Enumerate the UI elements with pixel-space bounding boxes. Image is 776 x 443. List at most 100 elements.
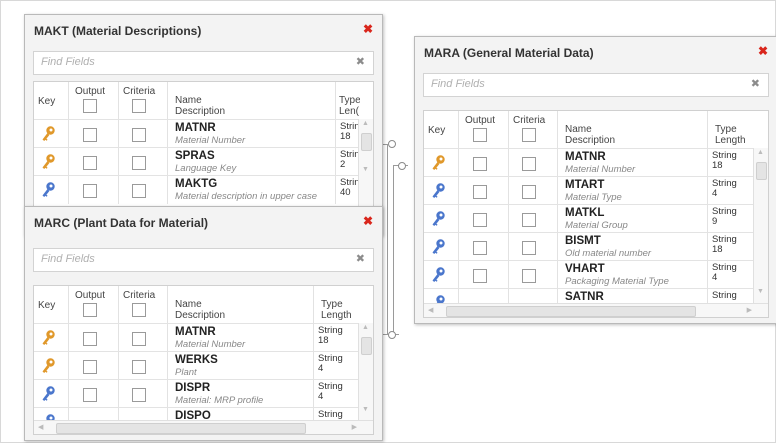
field-name: MATKL: [565, 207, 605, 219]
field-row[interactable]: WERKS Plant String 4: [34, 351, 360, 380]
scroll-down-icon[interactable]: ▼: [757, 288, 764, 295]
column-name: Name: [565, 124, 592, 135]
output-checkbox[interactable]: [83, 360, 97, 374]
field-row[interactable]: MAKTG Material description in upper case …: [34, 175, 360, 204]
scroll-up-icon[interactable]: ▲: [757, 149, 764, 156]
output-all-checkbox[interactable]: [83, 99, 97, 113]
criteria-all-checkbox[interactable]: [132, 303, 146, 317]
criteria-checkbox[interactable]: [522, 157, 536, 171]
panel-title: MARC (Plant Data for Material): [34, 216, 209, 230]
scroll-up-icon[interactable]: ▲: [362, 324, 369, 331]
scroll-thumb[interactable]: [446, 306, 696, 317]
scroll-down-icon[interactable]: ▼: [362, 406, 369, 413]
search-input[interactable]: [424, 74, 731, 94]
criteria-all-checkbox[interactable]: [132, 99, 146, 113]
horizontal-scrollbar[interactable]: ◀ ▶: [424, 303, 768, 317]
field-length: 18: [318, 335, 329, 346]
join-anchor-right: [398, 162, 406, 170]
panel-title: MAKT (Material Descriptions): [34, 24, 202, 38]
criteria-checkbox[interactable]: [132, 128, 146, 142]
field-description: Language Key: [175, 163, 237, 174]
close-icon[interactable]: ✖: [758, 45, 768, 57]
clear-search-icon[interactable]: ✖: [356, 252, 365, 265]
find-fields-search[interactable]: ✖: [33, 51, 374, 75]
table-panel-marc[interactable]: MARC (Plant Data for Material) ✖ ✖ Key O…: [24, 206, 383, 441]
scroll-left-icon[interactable]: ◀: [428, 306, 433, 314]
field-description: Material Number: [175, 339, 246, 350]
output-checkbox[interactable]: [473, 269, 487, 283]
table-panel-mara[interactable]: MARA (General Material Data) ✖ ✖ Key Out…: [414, 36, 776, 324]
field-row[interactable]: MATKL Material Group String 9: [424, 204, 754, 233]
scroll-right-icon[interactable]: ▶: [747, 306, 752, 314]
output-all-checkbox[interactable]: [473, 128, 487, 142]
field-length: 4: [318, 391, 324, 402]
criteria-checkbox[interactable]: [132, 184, 146, 198]
field-length: 40: [340, 187, 351, 198]
field-description: Material Number: [175, 135, 246, 146]
search-input[interactable]: [34, 52, 337, 72]
field-type: String: [318, 409, 343, 420]
field-row[interactable]: BISMT Old material number String 18: [424, 232, 754, 261]
criteria-checkbox[interactable]: [132, 332, 146, 346]
column-criteria: Criteria: [123, 290, 156, 301]
scroll-thumb[interactable]: [56, 423, 306, 434]
criteria-checkbox[interactable]: [132, 360, 146, 374]
field-row[interactable]: VHART Packaging Material Type String 4: [424, 260, 754, 289]
scroll-thumb[interactable]: [361, 133, 372, 151]
scroll-right-icon[interactable]: ▶: [352, 423, 357, 431]
criteria-checkbox[interactable]: [522, 185, 536, 199]
output-checkbox[interactable]: [83, 156, 97, 170]
field-length: 9: [712, 216, 718, 227]
primary-key-icon: [42, 330, 55, 345]
criteria-checkbox[interactable]: [132, 388, 146, 402]
output-checkbox[interactable]: [83, 332, 97, 346]
criteria-checkbox[interactable]: [522, 241, 536, 255]
scroll-thumb[interactable]: [756, 162, 767, 180]
criteria-checkbox[interactable]: [522, 213, 536, 227]
horizontal-scrollbar[interactable]: ◀ ▶: [34, 420, 373, 434]
clear-search-icon[interactable]: ✖: [751, 77, 760, 90]
field-row[interactable]: MATNR Material Number Strin 18: [34, 119, 360, 148]
scroll-up-icon[interactable]: ▲: [362, 120, 369, 127]
output-checkbox[interactable]: [473, 213, 487, 227]
field-name: DISPR: [175, 382, 211, 394]
output-checkbox[interactable]: [473, 185, 487, 199]
field-row[interactable]: MATNR Material Number String 18: [34, 323, 360, 352]
field-row[interactable]: DISPR Material: MRP profile String 4: [34, 379, 360, 408]
table-panel-makt[interactable]: MAKT (Material Descriptions) ✖ ✖ Key Out…: [24, 14, 383, 236]
vertical-scrollbar[interactable]: ▲ ▼: [358, 323, 373, 420]
criteria-checkbox[interactable]: [522, 269, 536, 283]
foreign-key-icon: [432, 267, 445, 282]
panel-header[interactable]: MAKT (Material Descriptions) ✖: [25, 15, 382, 45]
criteria-all-checkbox[interactable]: [522, 128, 536, 142]
field-length: 4: [318, 363, 324, 374]
close-icon[interactable]: ✖: [363, 215, 373, 227]
output-all-checkbox[interactable]: [83, 303, 97, 317]
output-checkbox[interactable]: [473, 157, 487, 171]
vertical-scrollbar[interactable]: ▲ ▼: [753, 148, 768, 303]
output-checkbox[interactable]: [83, 128, 97, 142]
field-row[interactable]: MTART Material Type String 4: [424, 176, 754, 205]
panel-header[interactable]: MARA (General Material Data) ✖: [415, 37, 776, 67]
scroll-left-icon[interactable]: ◀: [38, 423, 43, 431]
scroll-thumb[interactable]: [361, 337, 372, 355]
field-name: BISMT: [565, 235, 601, 247]
field-name: MATNR: [175, 326, 216, 338]
close-icon[interactable]: ✖: [363, 23, 373, 35]
output-checkbox[interactable]: [473, 241, 487, 255]
search-input[interactable]: [34, 249, 337, 269]
output-checkbox[interactable]: [83, 184, 97, 198]
primary-key-icon: [42, 154, 55, 169]
field-name: MATNR: [175, 122, 216, 134]
find-fields-search[interactable]: ✖: [423, 73, 769, 97]
clear-search-icon[interactable]: ✖: [356, 55, 365, 68]
find-fields-search[interactable]: ✖: [33, 248, 374, 272]
field-row[interactable]: SPRAS Language Key Strin 2: [34, 147, 360, 176]
criteria-checkbox[interactable]: [132, 156, 146, 170]
panel-header[interactable]: MARC (Plant Data for Material) ✖: [25, 207, 382, 237]
column-output: Output: [75, 86, 106, 97]
column-description: Description: [565, 135, 616, 146]
field-row[interactable]: MATNR Material Number String 18: [424, 148, 754, 177]
output-checkbox[interactable]: [83, 388, 97, 402]
scroll-down-icon[interactable]: ▼: [362, 166, 369, 173]
